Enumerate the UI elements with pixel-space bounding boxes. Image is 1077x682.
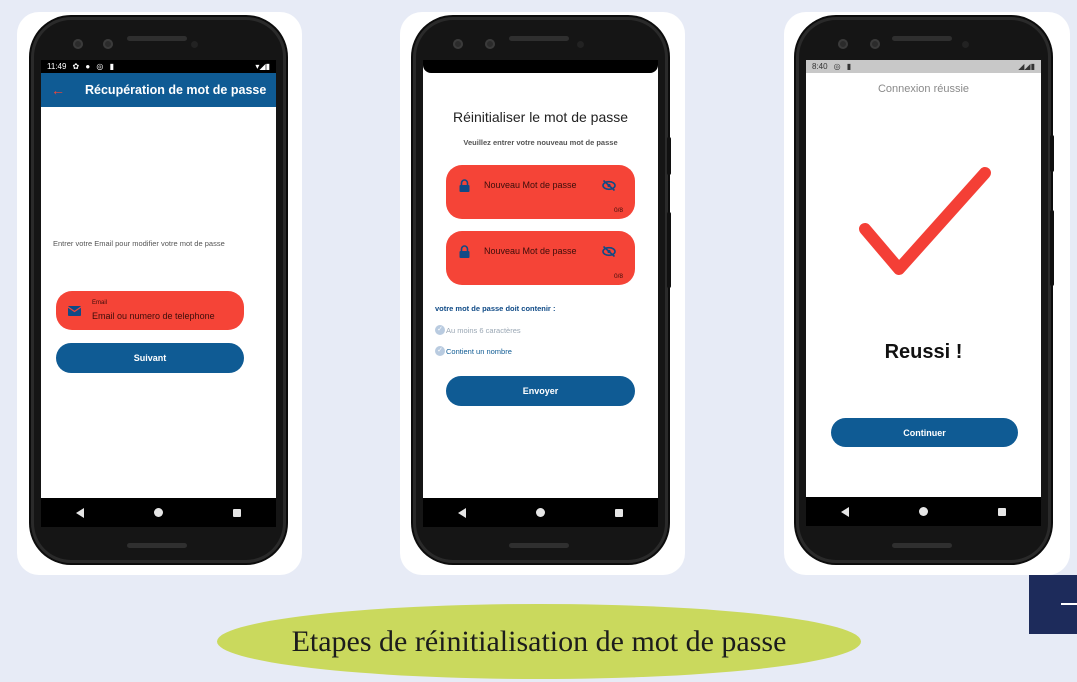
signal-battery-icon: ◢◢▮ xyxy=(1018,62,1035,71)
check-circle-icon: ✓ xyxy=(435,346,445,356)
password-counter: 0/8 xyxy=(613,207,623,214)
email-placeholder: Email ou numero de telephone xyxy=(92,311,215,321)
continue-button[interactable]: Continuer xyxy=(831,418,1018,447)
nav-back-icon[interactable] xyxy=(458,507,466,518)
corner-line xyxy=(1061,603,1077,605)
requirement-length: ✓ Au moins 6 caractères xyxy=(435,325,521,335)
mail-icon xyxy=(68,306,81,316)
side-button xyxy=(667,212,671,288)
status-icons: ✿ ● ◎ ▮ xyxy=(72,62,117,71)
password-counter: 0/8 xyxy=(613,273,623,280)
requirement-number-text: Contient un nombre xyxy=(446,346,512,356)
screen-reset: Réinitialiser le mot de passe Veuillez e… xyxy=(423,60,658,527)
status-bar xyxy=(423,60,658,73)
requirement-number: ✓ Contient un nombre xyxy=(435,346,512,356)
instruction-text: Entrer votre Email pour modifier votre m… xyxy=(53,239,225,248)
nav-bar xyxy=(423,498,658,527)
side-button xyxy=(667,137,671,175)
new-password-placeholder: Nouveau Mot de passe xyxy=(484,180,577,190)
nav-home-icon[interactable] xyxy=(919,507,928,516)
success-header: Connexion réussie xyxy=(877,83,970,95)
nav-home-icon[interactable] xyxy=(536,508,545,517)
email-label: Email xyxy=(92,300,108,306)
requirements-title: votre mot de passe doit contenir : xyxy=(435,304,556,313)
nav-recent-icon[interactable] xyxy=(998,507,1006,516)
nav-back-icon[interactable] xyxy=(76,507,84,518)
status-bar: 8:40 ◎ ▮ ◢◢▮ xyxy=(806,60,1041,73)
caption-text: Etapes de réinitialisation de mot de pas… xyxy=(291,624,787,658)
caption-banner: Etapes de réinitialisation de mot de pas… xyxy=(217,604,861,679)
requirement-length-text: Au moins 6 caractères xyxy=(446,325,521,335)
reset-title: Réinitialiser le mot de passe xyxy=(452,109,629,125)
lock-icon xyxy=(459,179,470,192)
new-password-field[interactable]: Nouveau Mot de passe 0/8 xyxy=(446,165,635,219)
nav-bar xyxy=(41,498,276,527)
status-icons: ◎ ▮ xyxy=(833,62,854,71)
send-button[interactable]: Envoyer xyxy=(446,376,635,406)
eye-off-icon[interactable] xyxy=(602,246,616,257)
status-time: 11:49 xyxy=(47,62,67,71)
email-field[interactable]: Email Email ou numero de telephone xyxy=(56,291,244,330)
reset-subtitle: Veuillez entrer votre nouveau mot de pas… xyxy=(463,138,618,147)
app-header: ← Récupération de mot de passe xyxy=(41,73,276,107)
check-circle-icon: ✓ xyxy=(435,325,445,335)
lock-icon xyxy=(459,245,470,258)
confirm-password-placeholder: Nouveau Mot de passe xyxy=(484,246,577,256)
nav-bar xyxy=(806,497,1041,526)
eye-off-icon[interactable] xyxy=(602,180,616,191)
next-button[interactable]: Suivant xyxy=(56,343,244,373)
nav-recent-icon[interactable] xyxy=(615,508,623,517)
arrow-left-icon[interactable]: ← xyxy=(51,82,71,98)
screen-success: 8:40 ◎ ▮ ◢◢▮ Connexion réussie Reussi ! … xyxy=(806,60,1041,526)
side-button xyxy=(1050,135,1054,172)
side-button xyxy=(1050,210,1054,286)
success-text: Reussi ! xyxy=(884,341,963,363)
check-mark-icon xyxy=(859,167,991,275)
signal-battery-icon: ▾◢▮ xyxy=(255,62,270,71)
screen-recovery: 11:49 ✿ ● ◎ ▮ ▾◢▮ ← Récupération de mot … xyxy=(41,60,276,527)
page-title: Récupération de mot de passe xyxy=(85,83,267,97)
confirm-password-field[interactable]: Nouveau Mot de passe 0/8 xyxy=(446,231,635,285)
nav-back-icon[interactable] xyxy=(841,506,849,517)
nav-recent-icon[interactable] xyxy=(233,508,241,517)
status-bar: 11:49 ✿ ● ◎ ▮ ▾◢▮ xyxy=(41,60,276,73)
nav-home-icon[interactable] xyxy=(154,508,163,517)
status-time: 8:40 xyxy=(812,62,828,71)
